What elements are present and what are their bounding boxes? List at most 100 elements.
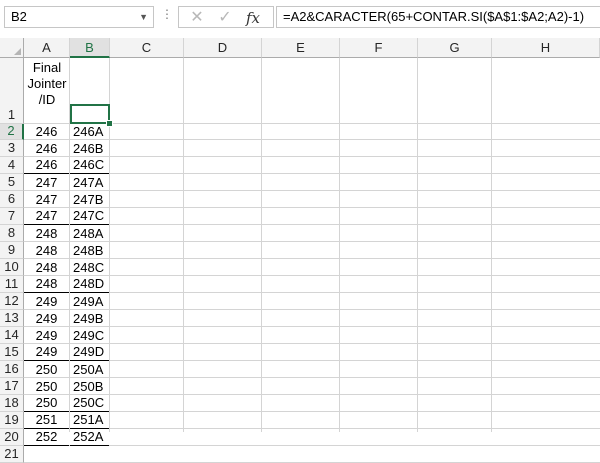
cell-a1[interactable]: Final Jointer /ID — [24, 58, 70, 124]
cell-a3[interactable]: 246 — [24, 140, 69, 157]
column-header-a[interactable]: A — [24, 38, 70, 58]
cell-a19[interactable]: 251 — [24, 412, 69, 429]
cell-a14[interactable]: 249 — [24, 327, 69, 344]
column-header-e[interactable]: E — [262, 38, 340, 58]
header-line: /ID — [38, 92, 56, 107]
column-header-c[interactable]: C — [110, 38, 184, 58]
cell-b7[interactable]: 247C — [70, 208, 109, 225]
gridline — [261, 58, 262, 432]
row-number: 18 — [4, 395, 19, 410]
cell-a8[interactable]: 248 — [24, 225, 69, 242]
cell-a11[interactable]: 248 — [24, 276, 69, 293]
column-header-d[interactable]: D — [184, 38, 262, 58]
cell-a13[interactable]: 249 — [24, 310, 69, 327]
row-header-9[interactable]: 9 — [0, 242, 24, 259]
cell-a2[interactable]: 246 — [24, 124, 69, 140]
row-header-1[interactable]: 1 — [0, 58, 24, 124]
gridline — [24, 139, 600, 140]
row-number: 9 — [7, 242, 16, 257]
column-header-f[interactable]: F — [340, 38, 418, 58]
row-number: 5 — [7, 174, 16, 189]
gridline — [24, 394, 600, 395]
row-header-13[interactable]: 13 — [0, 310, 24, 327]
row-header-19[interactable]: 19 — [0, 412, 24, 429]
cell-a4[interactable]: 246 — [24, 157, 69, 174]
row-number: 12 — [4, 293, 19, 308]
active-cell-border — [70, 104, 110, 124]
cell-b19[interactable]: 251A — [70, 412, 109, 429]
cell-b11[interactable]: 248D — [70, 276, 109, 293]
row-number: 8 — [7, 225, 16, 240]
row-header-2[interactable]: 2 — [0, 123, 24, 140]
gridline — [24, 343, 600, 344]
row-header-16[interactable]: 16 — [0, 361, 24, 378]
cell-b16[interactable]: 250A — [70, 361, 109, 378]
cell-b5[interactable]: 247A — [70, 174, 109, 191]
gridline — [24, 156, 600, 157]
cell-b8[interactable]: 248A — [70, 225, 109, 242]
row-header-12[interactable]: 12 — [0, 293, 24, 310]
cell-b9[interactable]: 248B — [70, 242, 109, 259]
column-header-b[interactable]: B — [70, 38, 110, 58]
cell-a5[interactable]: 247 — [24, 174, 69, 191]
cell-b15[interactable]: 249D — [70, 344, 109, 361]
row-header-15[interactable]: 15 — [0, 344, 24, 361]
insert-function-icon[interactable]: fx — [241, 8, 265, 28]
row-number: 15 — [4, 344, 19, 359]
formula-input[interactable]: =A2&CARACTER(65+CONTAR.SI($A$1:$A2;A2)-1… — [276, 6, 600, 28]
row-number: 6 — [7, 191, 16, 206]
row-number: 21 — [4, 446, 19, 461]
row-header-6[interactable]: 6 — [0, 191, 24, 208]
cell-a18[interactable]: 250 — [24, 395, 69, 412]
row-number: 19 — [4, 412, 19, 427]
row-header-8[interactable]: 8 — [0, 225, 24, 242]
cell-b18[interactable]: 250C — [70, 395, 109, 412]
row-header-10[interactable]: 10 — [0, 259, 24, 276]
name-box[interactable]: B2 ▼ — [4, 6, 154, 28]
cell-b6[interactable]: 247B — [70, 191, 109, 208]
select-all-button[interactable] — [0, 38, 24, 58]
row-header-17[interactable]: 17 — [0, 378, 24, 395]
cell-a12[interactable]: 249 — [24, 293, 69, 310]
gridline — [24, 445, 600, 446]
enter-icon[interactable]: ✓ — [213, 8, 237, 28]
chevron-down-icon[interactable]: ▼ — [139, 7, 148, 27]
cancel-icon[interactable]: ✕ — [185, 8, 209, 28]
cell-b14[interactable]: 249C — [70, 327, 109, 344]
row-header-3[interactable]: 3 — [0, 140, 24, 157]
header-line: Final — [32, 60, 62, 75]
cell-b4[interactable]: 246C — [70, 157, 109, 174]
gridline — [417, 58, 418, 432]
row-header-14[interactable]: 14 — [0, 327, 24, 344]
gridline — [24, 428, 600, 429]
row-header-21[interactable]: 21 — [0, 446, 24, 463]
cell-a16[interactable]: 250 — [24, 361, 69, 378]
cell-a15[interactable]: 249 — [24, 344, 69, 361]
cell-a6[interactable]: 247 — [24, 191, 69, 208]
cell-b13[interactable]: 249B — [70, 310, 109, 327]
cell-b2[interactable]: 246A — [70, 124, 109, 140]
column-header-h[interactable]: H — [492, 38, 600, 58]
cell-a9[interactable]: 248 — [24, 242, 69, 259]
cell-a7[interactable]: 247 — [24, 208, 69, 225]
gridline — [24, 411, 600, 412]
formula-actions: ✕ ✓ fx — [178, 6, 274, 28]
cell-b12[interactable]: 249A — [70, 293, 109, 310]
row-header-4[interactable]: 4 — [0, 157, 24, 174]
row-header-18[interactable]: 18 — [0, 395, 24, 412]
fill-handle[interactable] — [106, 120, 113, 127]
cell-b3[interactable]: 246B — [70, 140, 109, 157]
gridline — [24, 360, 600, 361]
cell-a10[interactable]: 248 — [24, 259, 69, 276]
row-number: 17 — [4, 378, 19, 393]
row-header-11[interactable]: 11 — [0, 276, 24, 293]
column-header-g[interactable]: G — [418, 38, 492, 58]
more-options-icon[interactable]: ⋮ — [161, 7, 173, 21]
row-header-5[interactable]: 5 — [0, 174, 24, 191]
cell-b17[interactable]: 250B — [70, 378, 109, 395]
cell-b10[interactable]: 248C — [70, 259, 109, 276]
row-number: 4 — [7, 157, 16, 172]
gridline — [24, 309, 600, 310]
cell-a17[interactable]: 250 — [24, 378, 69, 395]
row-header-7[interactable]: 7 — [0, 208, 24, 225]
